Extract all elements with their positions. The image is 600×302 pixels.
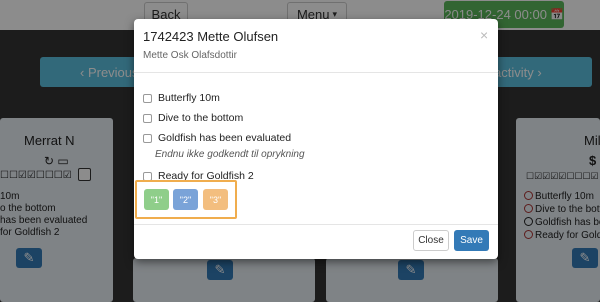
task-item[interactable]: Butterfly 10m <box>143 92 220 104</box>
modal-header: 1742423 Mette Olufsen Mette Osk Olafsdot… <box>134 19 498 73</box>
close-icon[interactable]: × <box>480 27 488 43</box>
task-item[interactable]: Goldfish has been evaluated <box>143 132 291 144</box>
student-modal: 1742423 Mette Olufsen Mette Osk Olafsdot… <box>134 19 498 259</box>
task-checkbox[interactable] <box>143 113 152 123</box>
task-label: Goldfish has been evaluated <box>158 132 292 144</box>
task-label: Butterfly 10m <box>158 92 220 104</box>
save-button[interactable]: Save <box>454 230 489 251</box>
task-label: Dive to the bottom <box>158 112 244 124</box>
task-note: Endnu ikke godkendt til oprykning <box>155 149 305 160</box>
modal-title: 1742423 Mette Olufsen <box>143 29 279 44</box>
task-item[interactable]: Dive to the bottom <box>143 112 243 124</box>
highlight-box <box>135 180 237 219</box>
task-checkbox[interactable] <box>143 93 152 103</box>
close-button[interactable]: Close <box>413 230 449 251</box>
modal-subtitle: Mette Osk Olafsdottir <box>143 50 237 61</box>
task-checkbox[interactable] <box>143 133 152 143</box>
